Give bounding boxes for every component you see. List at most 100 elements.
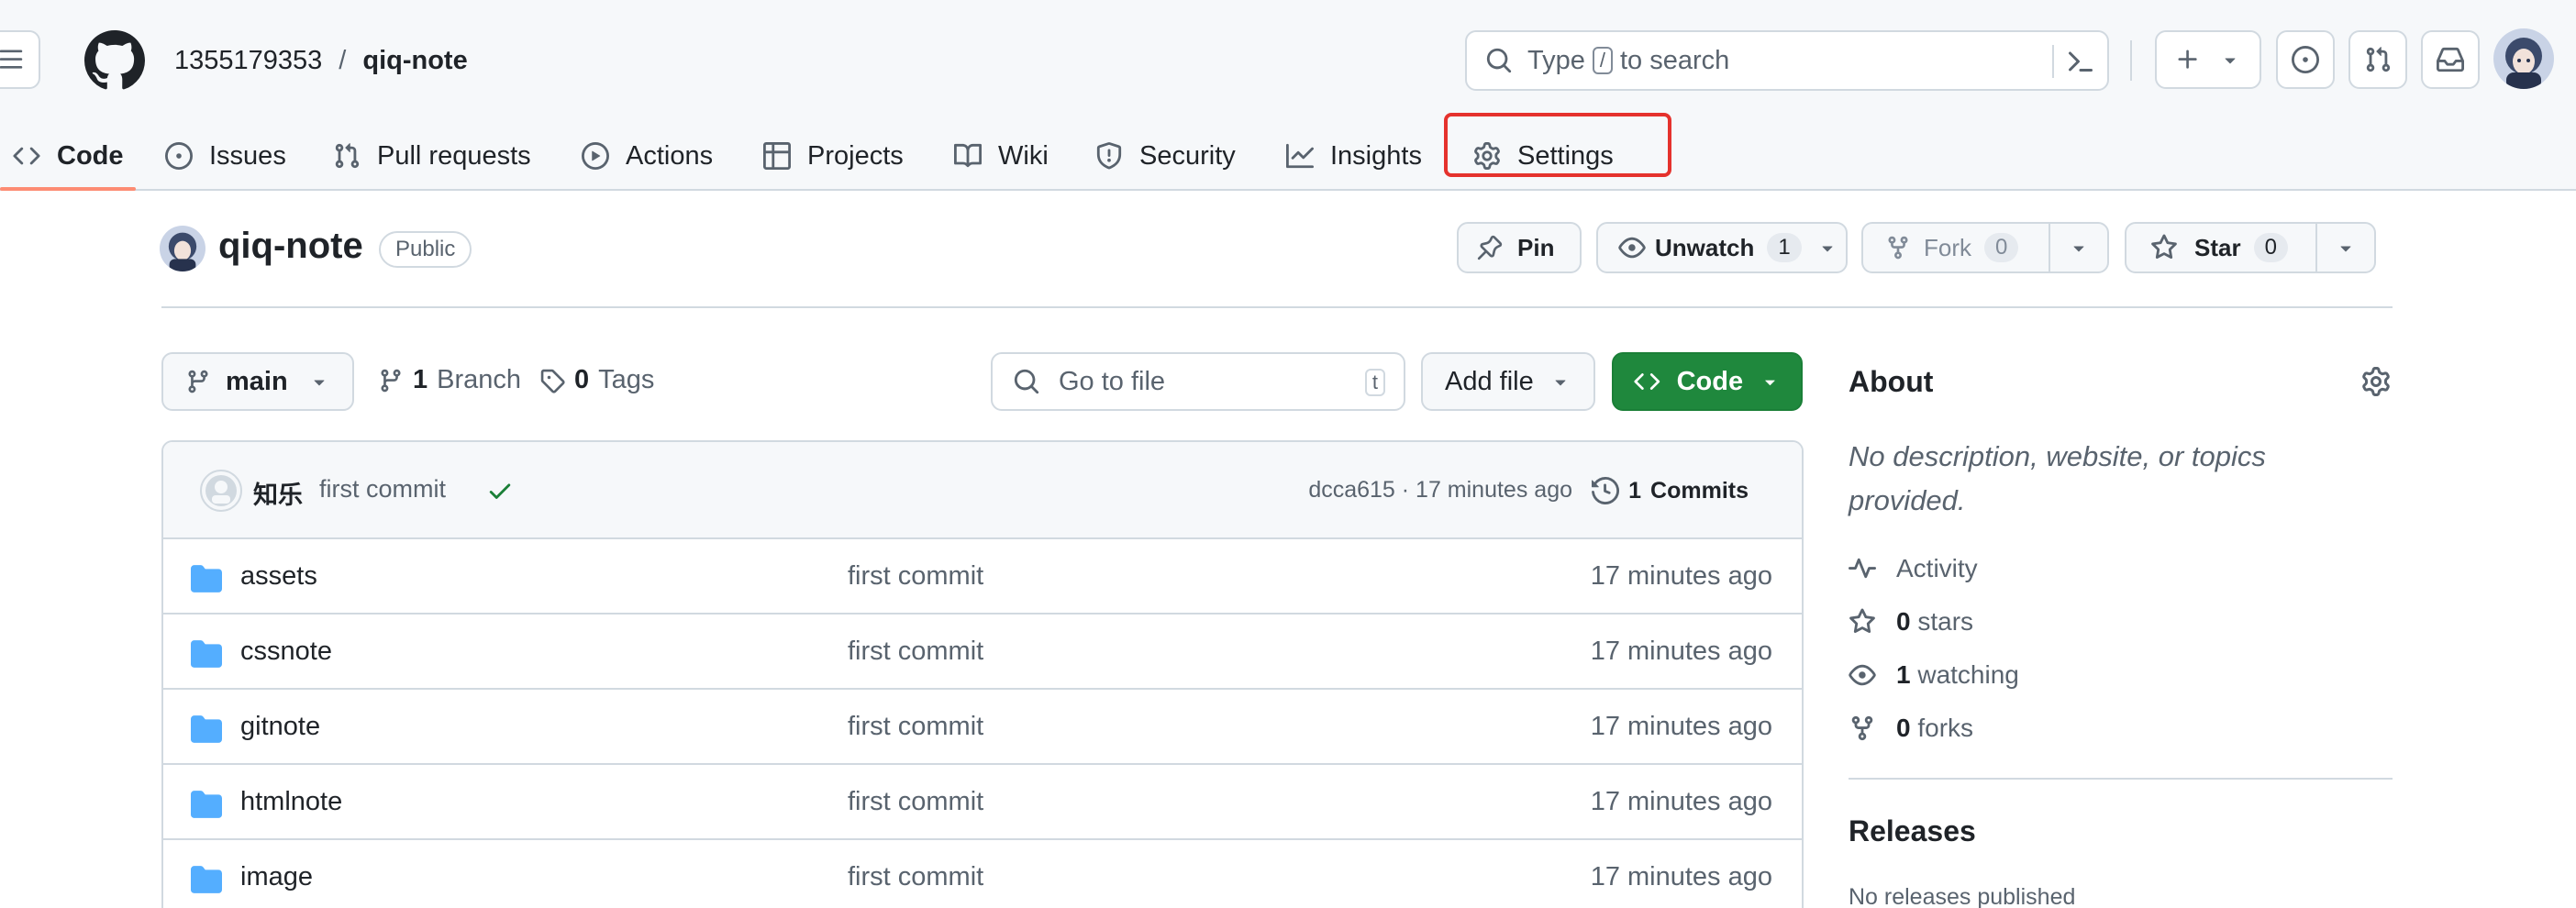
tab-code-label: Code (57, 140, 124, 171)
tab-issues-label: Issues (209, 140, 286, 171)
pin-button[interactable]: Pin (1457, 222, 1582, 273)
tab-insights-label: Insights (1330, 140, 1422, 171)
git-branch-icon (381, 369, 401, 392)
tab-pull-requests-label: Pull requests (377, 140, 531, 171)
fork-dropdown-toggle[interactable] (2049, 224, 2107, 271)
sidebar-divider (1849, 778, 2393, 780)
branches-link[interactable]: 1 Branch (378, 365, 521, 395)
menu-button[interactable] (0, 30, 40, 89)
file-row[interactable]: image first commit 17 minutes ago (163, 840, 1802, 908)
triangle-down-icon (2073, 246, 2084, 252)
star-count: 0 (2253, 233, 2288, 262)
search-icon (1014, 369, 1039, 394)
star-dropdown-toggle[interactable] (2315, 224, 2374, 271)
folder-icon (191, 791, 222, 818)
file-name[interactable]: gitnote (240, 712, 320, 742)
star-button[interactable]: Star 0 (2125, 222, 2376, 273)
github-logo[interactable] (84, 30, 145, 91)
activity-label: Activity (1896, 554, 1978, 582)
inbox-button[interactable] (2421, 30, 2480, 89)
user-avatar[interactable] (2493, 28, 2554, 89)
branch-count: 1 (413, 365, 428, 394)
create-new-button[interactable] (2155, 30, 2261, 89)
fork-label: Fork (1924, 233, 1971, 261)
repo-owner-link[interactable]: 1355179353 (174, 40, 322, 81)
file-commit-age: 17 minutes ago (1590, 712, 1772, 741)
triangle-down-icon (1822, 246, 1833, 252)
tab-actions-label: Actions (626, 140, 714, 171)
tab-issues[interactable]: Issues (165, 121, 286, 191)
tab-wiki[interactable]: Wiki (954, 121, 1049, 191)
activity-link[interactable]: Activity (1849, 554, 1978, 583)
search-shortcut-key: / (1592, 47, 1613, 74)
tab-security-label: Security (1139, 140, 1236, 171)
stars-count: 0 (1896, 607, 1911, 636)
git-branch-icon (188, 370, 208, 393)
visibility-badge: Public (379, 231, 472, 268)
tag-count: 0 (574, 365, 590, 394)
file-commit-message[interactable]: first commit (848, 787, 983, 817)
file-name[interactable]: assets (240, 561, 317, 592)
add-file-button[interactable]: Add file (1421, 352, 1595, 411)
watching-label: watching (1917, 660, 2019, 689)
tab-actions[interactable]: Actions (582, 121, 713, 191)
issues-button[interactable] (2276, 30, 2335, 89)
file-name[interactable]: htmlnote (240, 787, 342, 817)
commit-message[interactable]: first commit (319, 475, 446, 504)
unwatch-button[interactable]: Unwatch 1 (1596, 222, 1848, 273)
go-to-file-input[interactable]: Go to file t (991, 352, 1405, 411)
stars-link[interactable]: 0 stars (1849, 607, 1973, 637)
tab-insights[interactable]: Insights (1286, 121, 1422, 191)
commit-author[interactable]: 知乐 (253, 475, 303, 511)
default-avatar-icon (205, 475, 237, 506)
file-name[interactable]: image (240, 862, 313, 892)
file-commit-message[interactable]: first commit (848, 712, 983, 742)
repo-title[interactable]: qiq-note (218, 226, 363, 267)
pin-icon (1477, 235, 1503, 260)
file-commit-message[interactable]: first commit (848, 862, 983, 892)
pull-requests-button[interactable] (2348, 30, 2407, 89)
pin-label: Pin (1517, 233, 1555, 261)
file-name[interactable]: cssnote (240, 637, 332, 667)
go-to-file-shortcut: t (1364, 369, 1385, 396)
about-heading: About (1849, 365, 1934, 398)
forks-count: 0 (1896, 714, 1911, 742)
commits-label: Commits (1650, 477, 1749, 504)
file-browser: 知乐 first commit dcca615 · 17 minutes ago… (161, 440, 1804, 908)
tab-code[interactable]: Code (13, 121, 124, 191)
file-row[interactable]: assets first commit 17 minutes ago (163, 539, 1802, 615)
inbox-icon (2437, 47, 2464, 72)
triangle-down-icon (2340, 246, 2351, 252)
releases-empty-text: No releases published (1849, 884, 2076, 908)
tab-projects[interactable]: Projects (763, 121, 904, 191)
repo-owner-avatar[interactable] (160, 226, 205, 271)
fork-button[interactable]: Fork 0 (1861, 222, 2109, 273)
breadcrumb: 1355179353 / qiq-note (174, 40, 468, 81)
add-file-label: Add file (1445, 366, 1534, 396)
commits-history-link[interactable]: 1 Commits (1592, 477, 1749, 504)
file-row[interactable]: cssnote first commit 17 minutes ago (163, 615, 1802, 690)
settings-highlight-annotation (1444, 113, 1671, 177)
commit-hash-time[interactable]: dcca615 · 17 minutes ago (1308, 477, 1572, 504)
tab-projects-label: Projects (807, 140, 904, 171)
branch-selector[interactable]: main (161, 352, 354, 411)
command-palette-icon[interactable] (2065, 47, 2094, 76)
tags-link[interactable]: 0 Tags (539, 365, 654, 395)
commits-count: 1 (1628, 477, 1642, 504)
repo-name-link[interactable]: qiq-note (362, 40, 467, 81)
file-row[interactable]: htmlnote first commit 17 minutes ago (163, 765, 1802, 840)
gear-icon[interactable] (2361, 367, 2391, 396)
file-row[interactable]: gitnote first commit 17 minutes ago (163, 690, 1802, 765)
tab-pull-requests[interactable]: Pull requests (333, 121, 531, 191)
tab-security[interactable]: Security (1095, 121, 1236, 191)
file-commit-message[interactable]: first commit (848, 561, 983, 592)
code-button[interactable]: Code (1612, 352, 1803, 411)
releases-heading[interactable]: Releases (1849, 814, 1976, 848)
code-icon (1634, 373, 1660, 390)
watching-link[interactable]: 1 watching (1849, 660, 2019, 690)
file-commit-message[interactable]: first commit (848, 637, 983, 667)
triangle-down-icon (314, 380, 325, 386)
commit-author-avatar[interactable] (200, 470, 242, 512)
search-input[interactable]: Type / to search (1465, 30, 2109, 91)
forks-link[interactable]: 0 forks (1849, 714, 1973, 743)
